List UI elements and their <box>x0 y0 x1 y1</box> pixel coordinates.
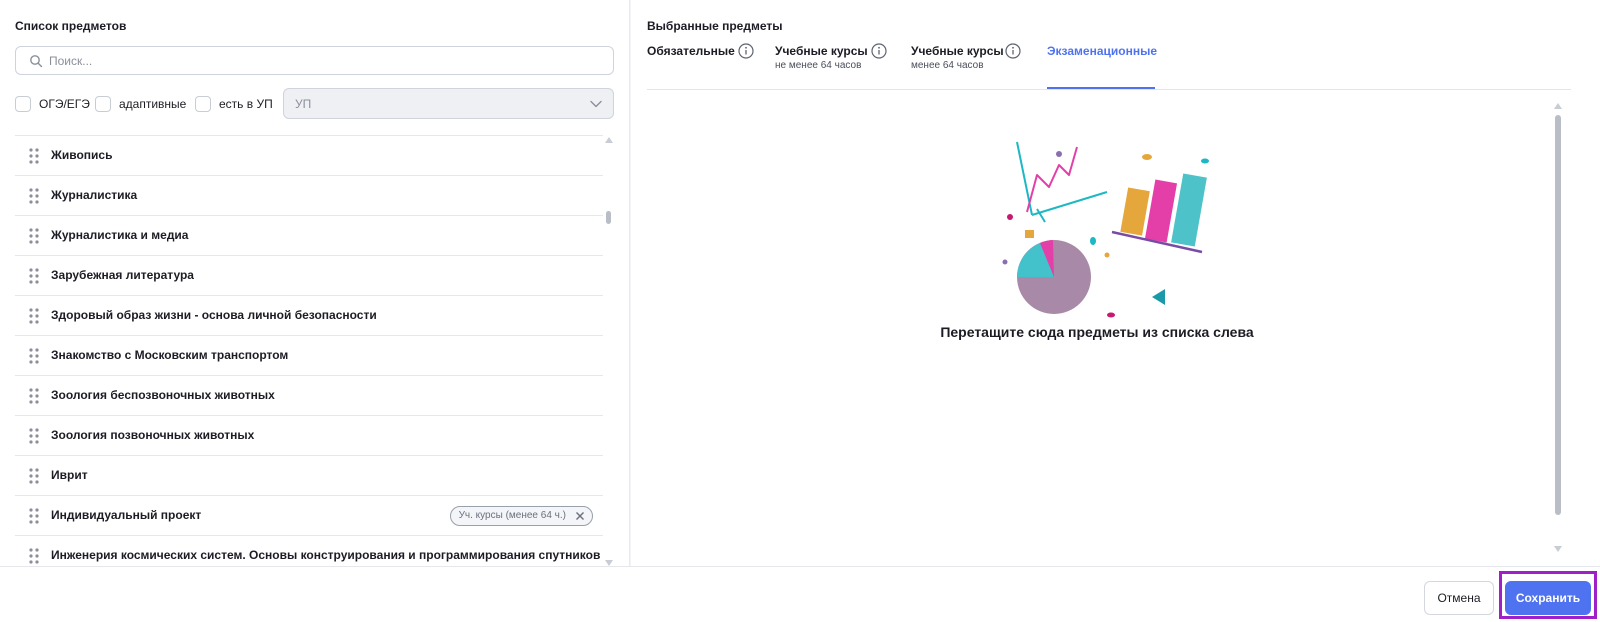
subject-row[interactable]: Зарубежная литература <box>15 256 603 296</box>
plan-select-value: УП <box>295 97 312 111</box>
subject-row[interactable]: Знакомство с Московским транспортом <box>15 336 603 376</box>
selected-subjects-panel: Выбранные предметы Обязательные Учебные … <box>631 0 1600 566</box>
tab-exam[interactable]: Экзаменационные <box>1047 44 1157 58</box>
empty-state-message: Перетащите сюда предметы из списка слева <box>940 324 1254 340</box>
search-input[interactable] <box>49 51 599 71</box>
drag-handle-icon[interactable] <box>29 388 39 404</box>
drag-handle-icon[interactable] <box>29 548 39 564</box>
drag-handle-icon[interactable] <box>29 348 39 364</box>
subject-tag-label: Уч. курсы (менее 64 ч.) <box>458 510 566 521</box>
filter-adaptive-label: адаптивные <box>119 97 187 111</box>
dialog-footer: Отмена Сохранить <box>0 566 1600 622</box>
subject-name: Журналистика и медиа <box>51 228 189 242</box>
drag-handle-icon[interactable] <box>29 508 39 524</box>
scroll-up-icon[interactable] <box>1554 103 1562 109</box>
subjects-list-panel: Список предметов ОГЭ/ЕГЭ адаптивные есть… <box>0 0 630 566</box>
scroll-down-icon[interactable] <box>1554 546 1562 552</box>
filter-adaptive[interactable]: адаптивные <box>95 94 186 114</box>
subject-row[interactable]: Индивидуальный проект Уч. курсы (менее 64… <box>15 496 603 536</box>
save-button-highlight <box>1499 571 1597 619</box>
subject-row[interactable]: Зоология беспозвоночных животных <box>15 376 603 416</box>
tab-courses-under-64[interactable]: Учебные курсы менее 64 часов <box>911 43 1021 71</box>
subject-name: Здоровый образ жизни - основа личной без… <box>51 308 377 322</box>
search-box[interactable] <box>15 46 614 75</box>
tabs-divider <box>647 89 1571 90</box>
drag-handle-icon[interactable] <box>29 468 39 484</box>
checkbox-oge-ege[interactable] <box>15 96 31 112</box>
drop-zone[interactable]: Перетащите сюда предметы из списка слева <box>647 100 1547 560</box>
drag-handle-icon[interactable] <box>29 188 39 204</box>
selected-list-scrollbar[interactable] <box>1553 101 1563 564</box>
checkbox-adaptive[interactable] <box>95 96 111 112</box>
scroll-up-icon[interactable] <box>605 137 613 143</box>
drag-handle-icon[interactable] <box>29 268 39 284</box>
subject-name: Зоология позвоночных животных <box>51 428 255 442</box>
close-icon[interactable] <box>575 511 585 521</box>
plan-select[interactable]: УП <box>283 88 614 119</box>
subject-name: Живопись <box>51 148 113 162</box>
search-icon <box>30 55 43 68</box>
subject-name: Индивидуальный проект <box>51 508 202 522</box>
drag-handle-icon[interactable] <box>29 308 39 324</box>
subject-name: Журналистика <box>51 188 138 202</box>
subject-name: Зарубежная литература <box>51 268 194 282</box>
subject-row[interactable]: Здоровый образ жизни - основа личной без… <box>15 296 603 336</box>
tab-mandatory[interactable]: Обязательные <box>647 43 754 59</box>
active-tab-indicator <box>1047 87 1155 89</box>
subject-name: Иврит <box>51 468 88 482</box>
filter-in-plan-label: есть в УП <box>219 97 273 111</box>
tab-courses-min-64[interactable]: Учебные курсы не менее 64 часов <box>775 43 887 71</box>
info-icon[interactable] <box>738 43 754 59</box>
subject-row[interactable]: Журналистика <box>15 176 603 216</box>
subject-row[interactable]: Инженерия космических систем. Основы кон… <box>15 536 603 566</box>
filter-in-plan[interactable]: есть в УП <box>195 94 273 114</box>
subject-row[interactable]: Журналистика и медиа <box>15 216 603 256</box>
empty-state-illustration <box>1002 141 1209 318</box>
chevron-down-icon <box>590 100 602 108</box>
subject-name: Знакомство с Московским транспортом <box>51 348 289 362</box>
subjects-list-scrollbar[interactable] <box>605 135 613 566</box>
info-icon[interactable] <box>871 43 887 59</box>
subject-name: Зоология беспозвоночных животных <box>51 388 275 402</box>
checkbox-in-plan[interactable] <box>195 96 211 112</box>
filter-oge-ege[interactable]: ОГЭ/ЕГЭ <box>15 94 90 114</box>
drag-handle-icon[interactable] <box>29 148 39 164</box>
drag-handle-icon[interactable] <box>29 428 39 444</box>
scroll-thumb[interactable] <box>1555 115 1561 515</box>
tab-courses-min-64-sub: не менее 64 часов <box>775 60 862 71</box>
tab-courses-under-64-sub: менее 64 часов <box>911 60 984 71</box>
tab-courses-min-64-label: Учебные курсы <box>775 44 868 58</box>
subject-tag: Уч. курсы (менее 64 ч.) <box>449 506 593 526</box>
info-icon[interactable] <box>1005 43 1021 59</box>
subject-name: Инженерия космических систем. Основы кон… <box>51 548 601 562</box>
filter-oge-ege-label: ОГЭ/ЕГЭ <box>39 97 90 111</box>
tab-exam-label: Экзаменационные <box>1047 44 1157 58</box>
subjects-list-title: Список предметов <box>15 19 127 33</box>
subject-row[interactable]: Живопись <box>15 136 603 176</box>
tab-mandatory-label: Обязательные <box>647 44 735 58</box>
drag-handle-icon[interactable] <box>29 228 39 244</box>
selected-subjects-title: Выбранные предметы <box>647 19 783 33</box>
subject-row[interactable]: Зоология позвоночных животных <box>15 416 603 456</box>
scroll-thumb[interactable] <box>606 211 611 224</box>
tab-courses-under-64-label: Учебные курсы <box>911 44 1004 58</box>
subject-row[interactable]: Иврит <box>15 456 603 496</box>
subjects-list: Живопись Журналистика Журналистика и медиа… <box>15 135 603 566</box>
cancel-button[interactable]: Отмена <box>1424 581 1494 615</box>
